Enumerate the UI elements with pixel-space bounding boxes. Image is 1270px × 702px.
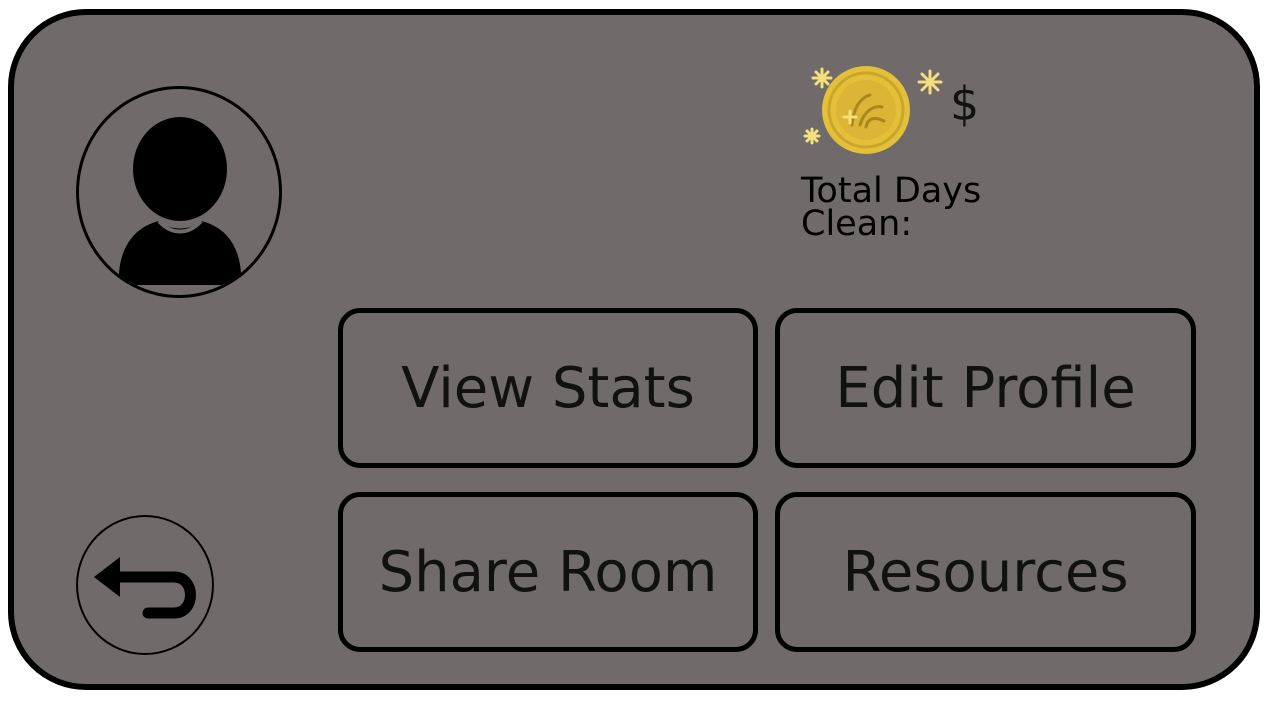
back-arrow-icon [94,557,196,619]
resources-button[interactable]: Resources [775,492,1196,652]
profile-panel: $ Total Days Clean: View Stats Edit Prof… [8,9,1260,690]
currency-symbol: $ [950,77,980,131]
total-days-line2: Clean: [801,204,913,244]
back-button[interactable] [76,515,214,655]
profile-avatar[interactable] [76,86,282,298]
total-days-clean-label: Total Days Clean: [801,174,1061,244]
user-icon [118,117,242,285]
view-stats-button[interactable]: View Stats [338,308,758,468]
coin-icon [794,55,954,165]
edit-profile-button[interactable]: Edit Profile [775,308,1196,468]
share-room-button[interactable]: Share Room [338,492,758,652]
